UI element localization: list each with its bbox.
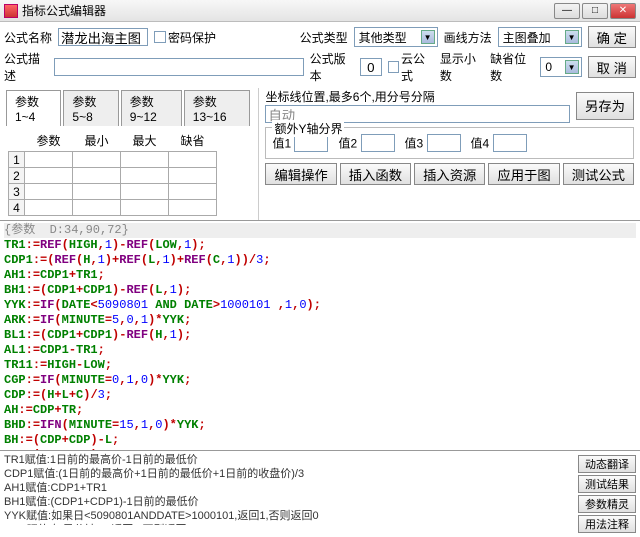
name-input[interactable] (58, 28, 148, 46)
label-showdec: 显示小数 (440, 50, 484, 84)
decplaces-select[interactable]: 0▼ (540, 57, 581, 77)
label-extray: 额外Y轴分界 (272, 120, 344, 137)
label-name: 公式名称 (4, 29, 52, 46)
label-drawmethod: 画线方法 (444, 29, 492, 46)
desc-input[interactable] (54, 58, 303, 76)
val4-input[interactable] (493, 134, 527, 152)
param-table: 参数最小最大缺省 1 2 3 4 (8, 130, 217, 216)
extra-y-fieldset: 额外Y轴分界 值1 值2 值3 值4 (265, 127, 634, 159)
label-type: 公式类型 (300, 29, 348, 46)
type-select[interactable]: 其他类型▼ (354, 27, 438, 47)
tab-params-1-4[interactable]: 参数1~4 (6, 90, 61, 126)
usage-button[interactable]: 用法注释 (578, 515, 636, 533)
label-decplaces: 缺省位数 (490, 50, 534, 84)
maximize-button[interactable]: □ (582, 3, 608, 19)
tab-params-9-12[interactable]: 参数9~12 (121, 90, 182, 126)
param-cell[interactable] (25, 152, 73, 168)
editop-button[interactable]: 编辑操作 (265, 163, 336, 185)
insres-button[interactable]: 插入资源 (414, 163, 485, 185)
ok-button[interactable]: 确 定 (588, 26, 636, 48)
code-editor[interactable]: {参数 D:34,90,72}TR1:=REF(HIGH,1)-REF(LOW,… (0, 220, 640, 450)
testres-button[interactable]: 测试结果 (578, 475, 636, 493)
chevron-down-icon: ▼ (565, 60, 579, 74)
tab-params-13-16[interactable]: 参数13~16 (184, 90, 251, 126)
label-version: 公式版本 (310, 50, 354, 84)
val2-input[interactable] (361, 134, 395, 152)
testfml-button[interactable]: 测试公式 (563, 163, 634, 185)
label-desc: 公式描述 (4, 50, 48, 84)
app-icon (4, 4, 18, 18)
description-area: TR1赋值:1日前的最高价-1日前的最低价CDP1赋值:(1日前的最高价+1日前… (0, 451, 574, 525)
chevron-down-icon: ▼ (421, 30, 435, 44)
label-crosspos: 坐标线位置,最多6个,用分号分隔 (265, 88, 570, 105)
val3-input[interactable] (427, 134, 461, 152)
dyntrans-button[interactable]: 动态翻译 (578, 455, 636, 473)
cancel-button[interactable]: 取 消 (588, 56, 636, 78)
version-input[interactable] (360, 58, 382, 76)
paramwiz-button[interactable]: 参数精灵 (578, 495, 636, 513)
window-title: 指标公式编辑器 (22, 2, 554, 19)
applychart-button[interactable]: 应用于图 (488, 163, 559, 185)
label-cloud: 云公式 (401, 50, 434, 84)
cloud-checkbox[interactable]: 云公式 (388, 50, 434, 84)
tab-params-5-8[interactable]: 参数5~8 (63, 90, 118, 126)
chevron-down-icon: ▼ (565, 30, 579, 44)
saveas-button[interactable]: 另存为 (576, 92, 634, 120)
close-button[interactable]: ✕ (610, 3, 636, 19)
password-checkbox[interactable]: 密码保护 (154, 29, 216, 46)
drawmethod-select[interactable]: 主图叠加▼ (498, 27, 582, 47)
label-pwd: 密码保护 (168, 29, 216, 46)
insfn-button[interactable]: 插入函数 (340, 163, 411, 185)
minimize-button[interactable]: — (554, 3, 580, 19)
